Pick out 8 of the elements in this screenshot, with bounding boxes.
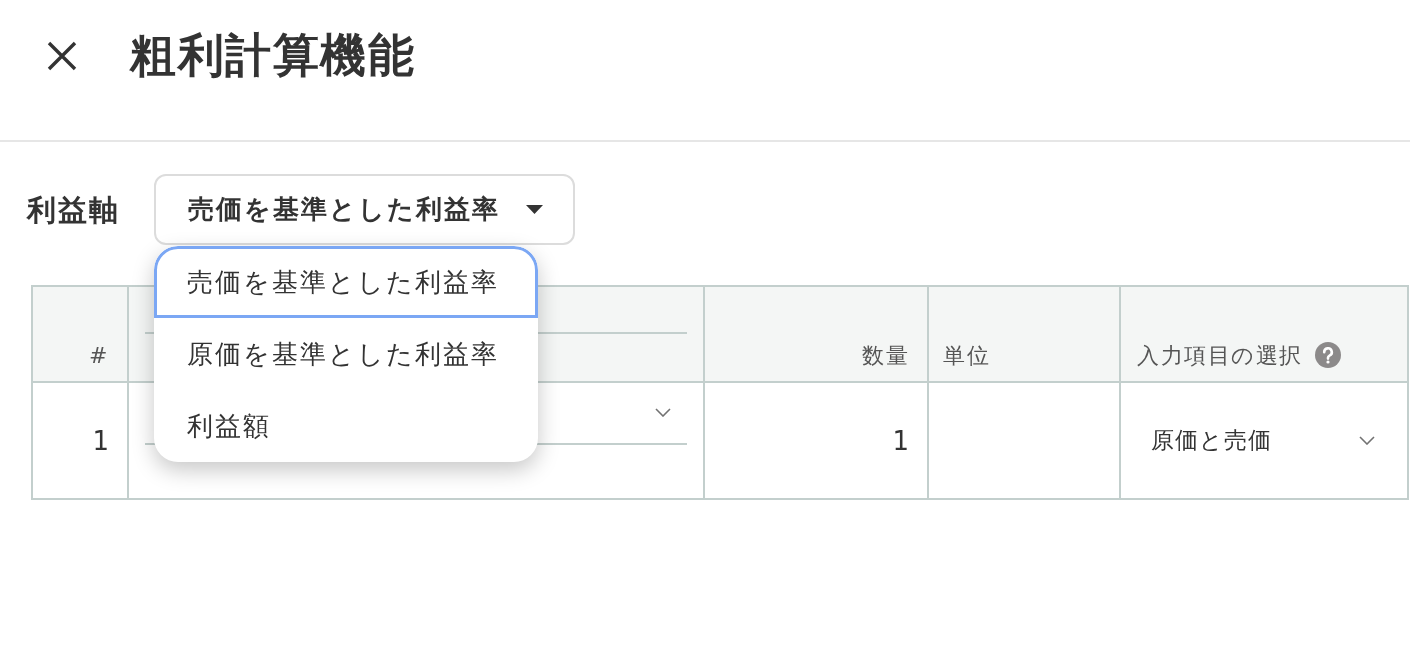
column-header: 入力項目の選択 [1137, 343, 1303, 369]
table-cell: 1 [92, 424, 109, 457]
table-cell: 1 [892, 424, 909, 457]
column-header: 単位 [943, 343, 990, 369]
field-label: 利益軸 [27, 191, 120, 228]
page-title: 粗利計算機能 [130, 31, 415, 79]
column-header: 数量 [862, 343, 909, 369]
column-header: # [89, 343, 109, 369]
